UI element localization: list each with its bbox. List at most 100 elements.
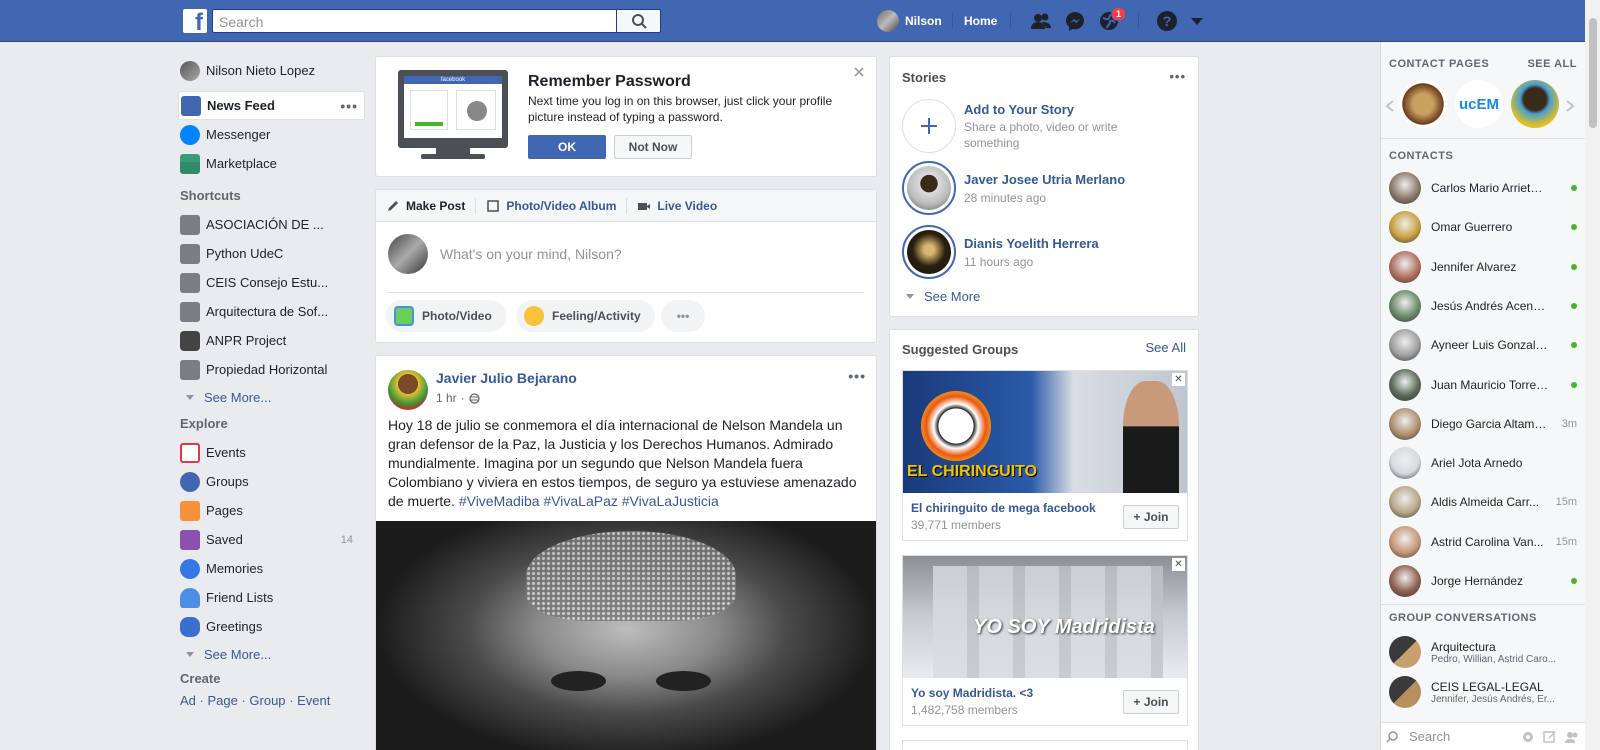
sidebar-item-marketplace[interactable]: Marketplace [180,149,365,178]
contact-page-avatar[interactable] [1511,80,1559,128]
search-button[interactable] [616,9,661,33]
profile-link[interactable]: Nilson [877,10,942,32]
search-input[interactable]: Search [212,9,660,33]
contact-item[interactable]: Ayneer Luis Gonzale... [1389,327,1577,363]
contact-item[interactable]: Jorge Hernández [1389,563,1577,599]
contact-item[interactable]: Diego Garcia Altamir... 3m [1389,406,1577,442]
avatar[interactable] [388,370,428,410]
sidebar-item-events[interactable]: Events [180,438,365,467]
contact-item[interactable]: Jesús Andrés Acendr... [1389,288,1577,324]
contact-page-avatar[interactable]: ucEM [1455,80,1503,128]
sidebar-item-pages[interactable]: Pages [180,496,365,525]
story-item[interactable]: Javer Josee Utria Merlano 28 minutes ago [902,161,1125,215]
post-image-portrait[interactable] [376,521,876,750]
shortcut-item[interactable]: Arquitectura de Sof... [180,297,365,326]
avatar [1389,289,1421,322]
suggested-group-item[interactable]: EL CHIRINGUITO ✕ El chiringuito de mega … [902,370,1188,541]
compose-icon[interactable] [1542,729,1558,745]
not-now-button[interactable]: Not Now [614,135,692,159]
chevron-right-icon[interactable] [1565,100,1575,112]
post-author[interactable]: Javier Julio Bejarano [436,370,577,386]
stories-see-more-link[interactable]: See More [902,283,980,309]
story-item[interactable]: Dianis Yoelith Herrera 11 hours ago [902,225,1099,279]
tab-make-post[interactable]: Make Post [376,199,475,213]
feeling-activity-button[interactable]: Feeling/Activity [516,300,655,332]
new-group-icon[interactable] [1564,729,1580,745]
group-name[interactable]: El chiringuito de mega facebook [911,501,1096,515]
chevron-left-icon[interactable] [1385,100,1395,112]
shortcut-item[interactable]: Propiedad Horizontal [180,355,365,384]
sidebar-item-messenger[interactable]: Messenger [180,120,365,149]
page-scrollbar[interactable] [1585,0,1600,750]
explore-see-more-link[interactable]: See More... [180,641,365,667]
group-banner-image[interactable]: YO SOY Madridista ✕ [903,556,1187,678]
create-ad-link[interactable]: Ad [180,693,196,708]
contact-item[interactable]: Ariel Jota Arnedo [1389,445,1577,481]
see-more-label: See More... [204,646,272,662]
account-menu-chevron-down-icon[interactable] [1186,10,1208,32]
gear-icon[interactable] [1520,729,1536,745]
contact-item[interactable]: Carlos Mario Arrieta ... [1389,170,1577,206]
join-group-button[interactable]: + Join [1123,690,1179,714]
group-conversation-item[interactable]: CEIS LEGAL-LEGAL Jennifer, Jesús Andrés, … [1389,674,1577,710]
friend-requests-icon[interactable] [1030,10,1052,32]
suggested-group-item[interactable]: YO SOY Madridista ✕ Yo soy Madridista. <… [902,555,1188,726]
sidebar-item-memories[interactable]: Memories [180,554,365,583]
shortcut-item[interactable]: Python UdeC [180,239,365,268]
contact-item[interactable]: Aldis Almeida Carr... 15m [1389,484,1577,520]
contact-page-avatar[interactable] [1399,80,1447,128]
home-link[interactable]: Home [964,14,997,28]
shortcuts-see-more-link[interactable]: See More... [180,384,365,410]
suggested-group-item[interactable] [902,740,1188,750]
sidebar-item-groups[interactable]: Groups [180,467,365,496]
story-time: 28 minutes ago [964,190,1047,205]
close-icon[interactable]: ✕ [1172,373,1185,386]
contact-item[interactable]: Omar Guerrero [1389,209,1577,245]
sidebar-item-news-feed[interactable]: News Feed ••• [178,91,365,120]
tab-photo-video-album[interactable]: Photo/Video Album [476,199,626,213]
tab-live-video[interactable]: Live Video [627,199,727,213]
contact-name: Jesús Andrés Acendr... [1431,298,1549,313]
chat-search-input[interactable]: Search [1409,729,1520,744]
post-options-icon[interactable]: ••• [848,368,866,384]
post-time[interactable]: 1 hr [436,391,457,405]
help-icon[interactable]: ? [1156,10,1178,32]
suggested-groups-card: Suggested Groups See All EL CHIRINGUITO … [889,329,1199,750]
post-hashtags[interactable]: #ViveMadiba #VivaLaPaz #VivaLaJusticia [459,493,719,509]
close-icon[interactable] [854,67,864,77]
contact-item[interactable]: Jennifer Alvarez [1389,249,1577,285]
chat-sidebar: CONTACT PAGES SEE ALL ucEM CONTACTS Carl… [1380,42,1586,750]
shortcut-item[interactable]: CEIS Consejo Estu... [180,268,365,297]
shortcut-item[interactable]: ANPR Project [180,326,365,355]
avatar [1389,172,1421,204]
profile-shortcut[interactable]: Nilson Nieto Lopez [180,56,365,85]
stories-options-icon[interactable]: ••• [1169,69,1186,84]
contact-item[interactable]: Juan Mauricio Torres ... [1389,367,1577,403]
shortcut-item[interactable]: ASOCIACIÓN DE ... [180,210,365,239]
more-options-icon[interactable]: ••• [340,98,358,114]
globe-icon [469,392,480,404]
see-all-link[interactable]: SEE ALL [1527,58,1577,70]
see-all-link[interactable]: See All [1146,340,1186,355]
group-name[interactable]: Yo soy Madridista. <3 [911,686,1033,700]
group-banner-image[interactable]: EL CHIRINGUITO ✕ [903,371,1187,493]
contact-item[interactable]: Astrid Carolina Van... 15m [1389,524,1577,560]
photo-video-button[interactable]: Photo/Video [386,300,506,332]
group-members: 1,482,758 members [911,703,1018,717]
add-story[interactable]: Add to Your Story Share a photo, video o… [902,99,1164,153]
facebook-logo-icon[interactable]: f [183,9,207,33]
sidebar-item-greetings[interactable]: Greetings [180,612,365,641]
sidebar-item-friend-lists[interactable]: Friend Lists [180,583,365,612]
group-conversation-item[interactable]: Arquitectura Pedro, Willian, Astrid Caro.… [1389,634,1577,670]
create-event-link[interactable]: Event [297,693,330,708]
scrollbar-thumb[interactable] [1589,18,1597,128]
create-page-link[interactable]: Page [207,693,237,708]
composer-input[interactable]: What's on your mind, Nilson? [440,246,622,262]
messenger-icon[interactable] [1064,10,1086,32]
sidebar-item-saved[interactable]: Saved 14 [180,525,365,554]
more-actions-button[interactable]: ••• [661,300,705,332]
close-icon[interactable]: ✕ [1172,558,1185,571]
create-group-link[interactable]: Group [249,693,285,708]
join-group-button[interactable]: + Join [1123,505,1179,529]
ok-button[interactable]: OK [528,135,606,159]
